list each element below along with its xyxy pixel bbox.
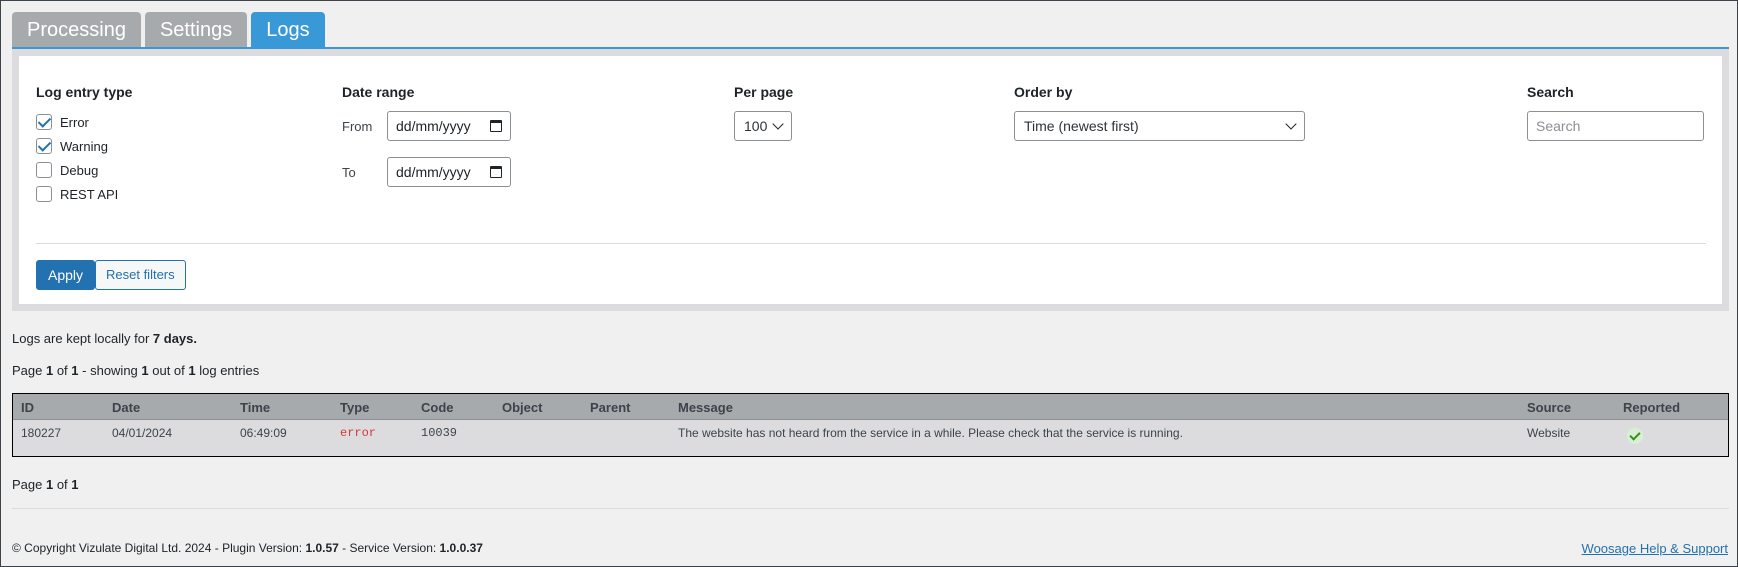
paging-summary-top: Page 1 of 1 - showing 1 out of 1 log ent… — [12, 363, 260, 378]
calendar-icon[interactable] — [490, 166, 502, 178]
checkbox-label-debug: Debug — [60, 162, 99, 178]
col-source: Source — [1527, 400, 1572, 415]
tab-settings[interactable]: Settings — [144, 12, 248, 48]
per-page-value: 100 — [744, 118, 768, 134]
tab-processing[interactable]: Processing — [12, 12, 141, 48]
log-table: ID Date Time Type Code Object Parent Mes… — [12, 393, 1729, 457]
filter-panel: Log entry type Error Warning Debug REST … — [12, 49, 1729, 311]
per-page-select[interactable]: 100 — [734, 111, 792, 141]
order-by-select[interactable]: Time (newest first) — [1014, 111, 1305, 141]
search-label: Search — [1527, 84, 1574, 100]
checkbox-warning[interactable] — [36, 138, 52, 154]
col-code: Code — [421, 400, 454, 415]
checkbox-debug[interactable] — [36, 162, 52, 178]
log-entry-type-label: Log entry type — [36, 84, 133, 100]
filter-divider — [36, 243, 1706, 244]
date-range-label: Date range — [342, 84, 415, 100]
checkbox-row-debug[interactable]: Debug — [36, 162, 98, 178]
paging-summary-bottom: Page 1 of 1 — [12, 477, 79, 492]
col-id: ID — [21, 400, 34, 415]
chevron-down-icon — [772, 118, 784, 130]
search-input[interactable]: Search — [1527, 111, 1704, 141]
filter-panel-body: Log entry type Error Warning Debug REST … — [19, 56, 1722, 304]
cell-time: 06:49:09 — [240, 426, 287, 440]
footer-copyright: © Copyright Vizulate Digital Ltd. 2024 -… — [12, 541, 483, 555]
date-to-input[interactable]: dd/mm/yyyy — [387, 157, 511, 187]
check-icon — [1627, 428, 1643, 444]
from-label: From — [342, 119, 373, 134]
tab-logs[interactable]: Logs — [251, 12, 325, 48]
date-from-input[interactable]: dd/mm/yyyy — [387, 111, 511, 141]
cell-code: 10039 — [421, 426, 458, 440]
cell-message: The website has not heard from the servi… — [678, 426, 1183, 440]
checkbox-row-warning[interactable]: Warning — [36, 138, 108, 154]
col-type: Type — [340, 400, 370, 415]
per-page-label: Per page — [734, 84, 794, 100]
col-reported: Reported — [1623, 400, 1681, 415]
checkbox-label-error: Error — [60, 114, 89, 130]
to-label: To — [342, 165, 356, 180]
cell-source: Website — [1527, 426, 1571, 440]
calendar-icon[interactable] — [490, 120, 502, 132]
order-by-label: Order by — [1014, 84, 1073, 100]
help-support-link[interactable]: Woosage Help & Support — [1582, 541, 1728, 556]
cell-type: error — [340, 426, 377, 440]
checkbox-row-rest-api[interactable]: REST API — [36, 186, 118, 202]
checkbox-label-rest-api: REST API — [60, 186, 119, 202]
checkbox-row-error[interactable]: Error — [36, 114, 89, 130]
col-object: Object — [502, 400, 543, 415]
footer-divider — [12, 508, 1729, 509]
chevron-down-icon — [1285, 118, 1297, 130]
checkbox-rest-api[interactable] — [36, 186, 52, 202]
cell-date: 04/01/2024 — [112, 426, 173, 440]
apply-button[interactable]: Apply — [36, 260, 96, 290]
cell-id: 180227 — [21, 426, 62, 440]
col-date: Date — [112, 400, 141, 415]
col-time: Time — [240, 400, 271, 415]
table-header: ID Date Time Type Code Object Parent Mes… — [13, 394, 1728, 420]
retention-notice: Logs are kept locally for 7 days. — [12, 331, 197, 346]
order-by-value: Time (newest first) — [1024, 118, 1139, 134]
col-message: Message — [678, 400, 733, 415]
date-from-placeholder: dd/mm/yyyy — [396, 118, 471, 134]
tab-bar: Processing Settings Logs — [12, 12, 325, 48]
date-to-placeholder: dd/mm/yyyy — [396, 164, 471, 180]
col-parent: Parent — [590, 400, 631, 415]
checkbox-label-warning: Warning — [60, 138, 108, 154]
reset-filters-button[interactable]: Reset filters — [95, 260, 186, 290]
checkbox-error[interactable] — [36, 114, 52, 130]
